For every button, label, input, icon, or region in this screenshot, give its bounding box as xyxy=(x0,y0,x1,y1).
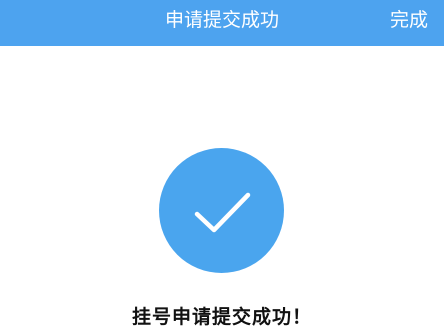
page-title: 申请提交成功 xyxy=(164,9,279,31)
check-icon xyxy=(194,192,251,233)
done-button[interactable]: 完成 xyxy=(390,0,428,40)
nav-bar: 申请提交成功 完成 xyxy=(0,0,444,46)
success-badge xyxy=(159,148,284,273)
success-message: 挂号申请提交成功！ xyxy=(131,306,312,328)
